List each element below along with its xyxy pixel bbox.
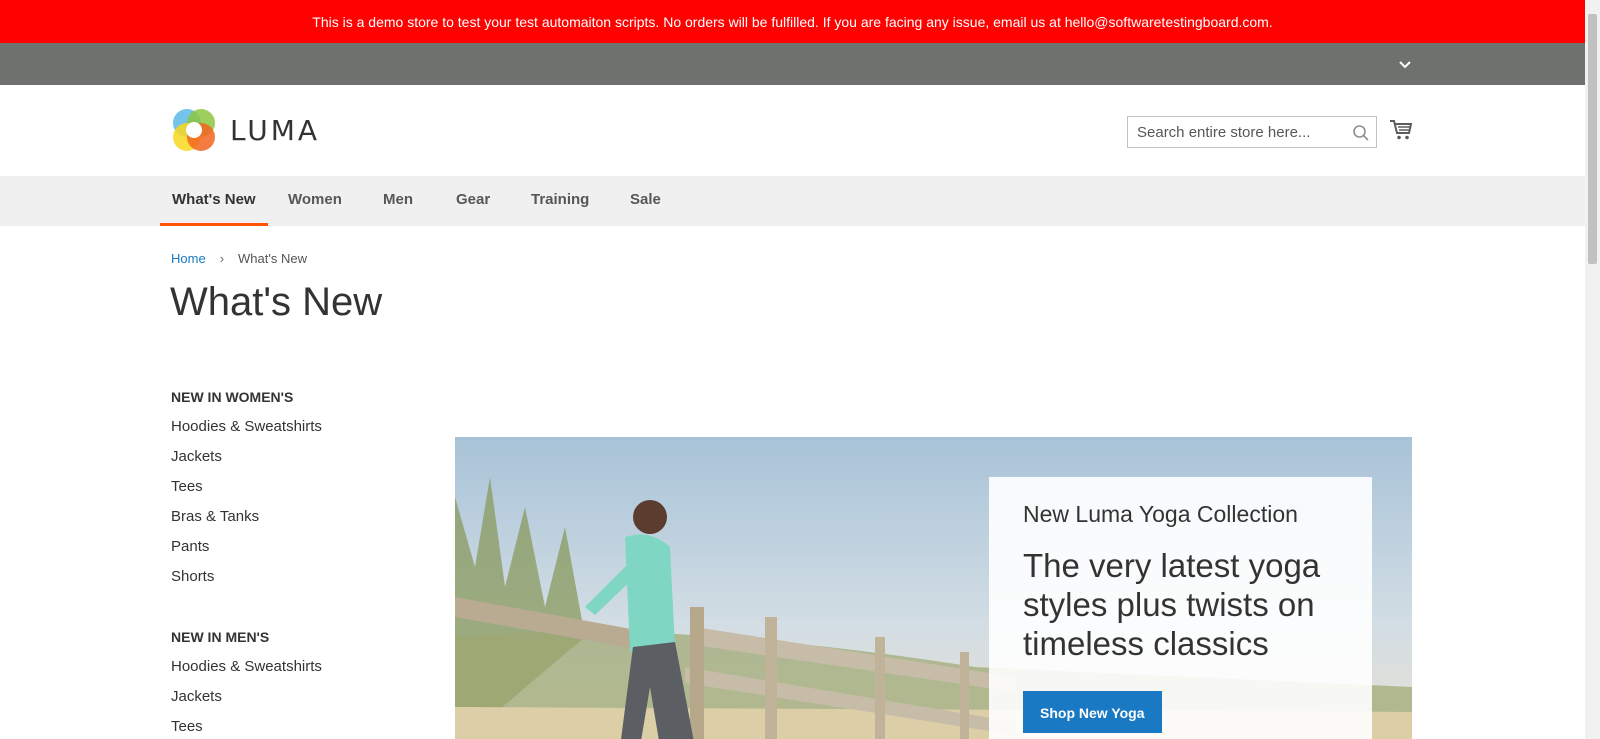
breadcrumb-separator: › xyxy=(219,251,225,266)
hero-promo[interactable]: New Luma Yoga Collection The very latest… xyxy=(455,437,1412,739)
nav-item-whats-new[interactable]: What's New xyxy=(160,176,268,226)
header-panel xyxy=(0,43,1585,85)
sidebar-link-women-pants[interactable]: Pants xyxy=(171,538,209,555)
cart-icon[interactable] xyxy=(1389,118,1413,142)
hero-kicker: New Luma Yoga Collection xyxy=(1023,501,1298,527)
sidebar-heading-women: New in women's xyxy=(171,389,294,405)
breadcrumb-current: What's New xyxy=(238,251,307,266)
sidebar-link-men-hoodies[interactable]: Hoodies & Sweatshirts xyxy=(171,658,322,675)
luma-logo-icon xyxy=(173,109,215,151)
search-icon[interactable] xyxy=(1352,124,1370,142)
logo[interactable]: LUMA xyxy=(171,107,320,153)
sidebar-link-women-tees[interactable]: Tees xyxy=(171,478,203,495)
scrollbar-thumb[interactable] xyxy=(1588,14,1597,264)
sidebar-link-women-bras-tanks[interactable]: Bras & Tanks xyxy=(171,508,259,525)
shop-new-yoga-button[interactable]: Shop New Yoga xyxy=(1023,691,1162,733)
site-header: LUMA xyxy=(0,85,1585,176)
search-box xyxy=(1127,116,1377,148)
breadcrumb-home-link[interactable]: Home xyxy=(171,251,206,266)
demo-notice-banner: This is a demo store to test your test a… xyxy=(0,0,1585,43)
sidebar-link-men-tees[interactable]: Tees xyxy=(171,718,203,735)
nav-item-women[interactable]: Women xyxy=(288,176,342,226)
page-title: What's New xyxy=(170,280,383,324)
nav-item-sale[interactable]: Sale xyxy=(630,176,661,226)
hero-card: New Luma Yoga Collection The very latest… xyxy=(989,477,1372,739)
search-input[interactable] xyxy=(1128,117,1376,147)
main-navigation: What's New Women Men Gear Training Sale xyxy=(0,176,1585,226)
sidebar-link-men-jackets[interactable]: Jackets xyxy=(171,688,222,705)
hero-headline: The very latest yoga styles plus twists … xyxy=(1023,547,1321,662)
sidebar-link-women-jackets[interactable]: Jackets xyxy=(171,448,222,465)
page-scrollbar[interactable] xyxy=(1585,0,1600,739)
sidebar-link-women-hoodies[interactable]: Hoodies & Sweatshirts xyxy=(171,418,322,435)
demo-notice-text: This is a demo store to test your test a… xyxy=(312,13,1273,30)
sidebar-link-women-shorts[interactable]: Shorts xyxy=(171,568,214,585)
logo-text: LUMA xyxy=(230,113,321,147)
sidebar-heading-men: New in men's xyxy=(171,629,270,645)
chevron-down-icon[interactable] xyxy=(1397,56,1413,72)
nav-item-training[interactable]: Training xyxy=(531,176,589,226)
nav-item-men[interactable]: Men xyxy=(383,176,413,226)
nav-item-gear[interactable]: Gear xyxy=(456,176,490,226)
breadcrumb: Home › What's New xyxy=(171,251,307,266)
